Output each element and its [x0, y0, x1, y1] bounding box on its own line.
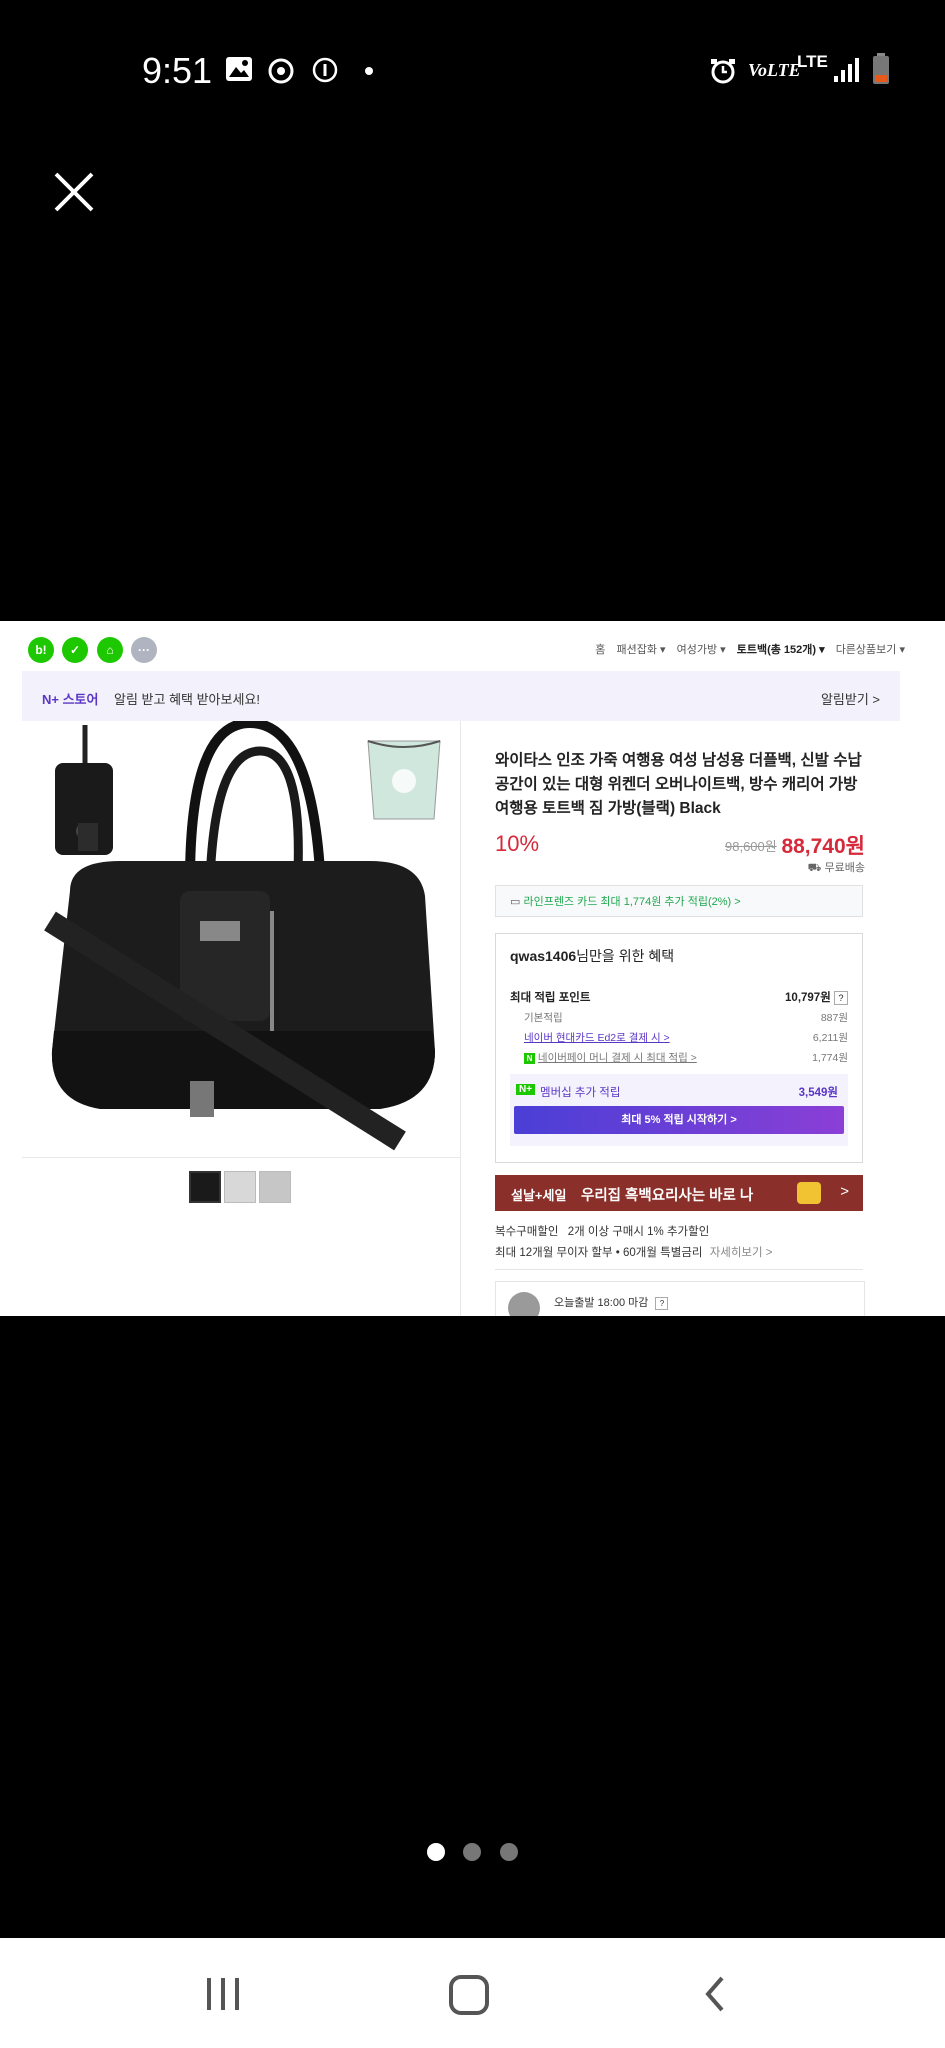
battery-icon — [873, 53, 889, 84]
sync-icon — [268, 58, 294, 84]
clock: 9:51 — [142, 50, 213, 91]
bulk-discount-info: 복수구매할인 2개 이상 구매시 1% 추가할인 — [495, 1223, 709, 1239]
points-row-value: 1,774원 — [812, 1052, 848, 1064]
thumbnail-2[interactable] — [224, 1171, 256, 1203]
delivery-truck-icon — [508, 1292, 540, 1316]
sale-price: 88,740원 — [781, 835, 865, 858]
points-row-value: 887원 — [820, 1012, 848, 1024]
status-bar: 9:51 VoLTE LTE — [0, 0, 945, 140]
volte-icon: VoLTE — [748, 60, 801, 80]
product-screenshot[interactable]: b! ✓ ⌂ ··· 홈 패션잡화 ▾ 여성가방 ▾ 토트백(총 152개) ▾… — [0, 621, 945, 1316]
delivery-box: 오늘출발 18:00 마감 ? — [495, 1281, 865, 1316]
recent-apps-icon[interactable] — [203, 1976, 243, 2012]
alarm-subscribe-link[interactable]: 알림받기 > — [821, 689, 880, 708]
installment-info: 최대 12개월 무이자 할부 • 60개월 특별금리 자세히보기 > — [495, 1244, 773, 1260]
breadcrumb-fashion[interactable]: 패션잡화 ▾ — [616, 644, 665, 656]
membership-start-button[interactable]: 최대 5% 적립 시작하기 > — [514, 1106, 844, 1134]
max-points-label: 최대 적립 포인트 — [510, 992, 591, 1004]
benefit-user: qwas1406 — [510, 948, 577, 964]
original-price: 98,600원 — [725, 839, 777, 854]
nplus-store-badge: N+ 스토어 — [42, 692, 99, 707]
help-icon[interactable]: ? — [655, 1297, 669, 1310]
points-row-label[interactable]: 네이버 현대카드 Ed2로 결제 시 > — [524, 1032, 670, 1044]
bulk-label: 복수구매할인 — [495, 1226, 559, 1238]
store-topnav: b! ✓ ⌂ ··· 홈 패션잡화 ▾ 여성가방 ▾ 토트백(총 152개) ▾… — [0, 621, 945, 671]
system-navbar — [0, 1938, 945, 2048]
delivery-text: 오늘출발 18:00 마감 ? — [554, 1294, 669, 1310]
product-title: 와이타스 인조 가죽 여행용 여성 남성용 더플백, 신발 수납공간이 있는 대… — [495, 752, 862, 817]
cafe-button[interactable]: ✓ — [62, 637, 88, 663]
thumbnail-3[interactable] — [259, 1171, 291, 1203]
sale-text: 우리집 흑백요리사는 바로 나 — [581, 1188, 754, 1204]
points-row-card[interactable]: 네이버 현대카드 Ed2로 결제 시 > 6,211원 — [524, 1030, 848, 1045]
alarm-icon — [711, 59, 735, 84]
home-icon[interactable] — [448, 1974, 490, 2016]
discount-rate: 10% — [495, 831, 540, 856]
breadcrumb-home[interactable]: 홈 — [595, 644, 605, 656]
shipping-text: 무료배송 — [824, 862, 865, 874]
blog-button[interactable]: b! — [28, 637, 54, 663]
duffle-bag-image — [44, 721, 436, 1151]
close-icon[interactable] — [50, 168, 98, 216]
back-icon[interactable] — [700, 1974, 730, 2014]
card-icon: ▭ — [510, 896, 524, 908]
points-row-label[interactable]: 네이버페이 머니 결제 시 최대 적립 > — [538, 1052, 697, 1064]
info-divider — [495, 1269, 863, 1270]
page-dot-3[interactable] — [500, 1843, 518, 1861]
breadcrumb-other[interactable]: 다른상품보기 ▾ — [836, 644, 905, 656]
nplus-icon: N+ — [516, 1084, 536, 1095]
max-points-row: 최대 적립 포인트 10,797원 ? — [510, 989, 848, 1005]
more-button[interactable]: ··· — [131, 637, 157, 663]
breadcrumb: 홈 패션잡화 ▾ 여성가방 ▾ 토트백(총 152개) ▾ 다른상품보기 ▾ — [587, 641, 905, 657]
thumbnail-divider — [22, 1157, 460, 1158]
banner-message: 알림 받고 혜택 받아보세요! — [114, 692, 261, 707]
max-points-value: 10,797원 ? — [785, 989, 848, 1005]
bulk-text: 2개 이상 구매시 1% 추가할인 — [567, 1226, 710, 1238]
shipping-info: ⛟ 무료배송 — [808, 859, 865, 876]
benefit-heading: qwas1406님만을 위한 혜택 — [510, 946, 674, 966]
sale-banner[interactable]: 설날+세일 우리집 흑백요리사는 바로 나 > — [495, 1175, 863, 1211]
card-offer-text: 라인프렌즈 카드 최대 1,774원 추가 적립(2%) > — [523, 896, 741, 908]
alarm-banner: N+ 스토어 알림 받고 혜택 받아보세요! 알림받기 > — [22, 671, 900, 721]
image-icon — [226, 57, 252, 81]
chevron-right-icon: > — [840, 1183, 849, 1200]
card-offer-link[interactable]: ▭ 라인프렌즈 카드 최대 1,774원 추가 적립(2%) > — [495, 885, 863, 917]
installment-more-link[interactable]: 자세히보기 > — [710, 1247, 773, 1259]
benefit-heading-suffix: 님만을 위한 혜택 — [576, 948, 675, 964]
npay-icon: N — [524, 1053, 535, 1064]
dot-icon — [365, 67, 373, 75]
breadcrumb-totebag[interactable]: 토트백(총 152개) ▾ — [737, 644, 825, 656]
signal-icon — [834, 58, 859, 82]
installment-text: 최대 12개월 무이자 할부 • 60개월 특별금리 — [495, 1247, 703, 1259]
membership-label: 멤버십 추가 적립 — [540, 1087, 621, 1099]
sale-tag: 설날+세일 — [511, 1188, 567, 1203]
membership-value: 3,549원 — [798, 1087, 838, 1099]
points-row-basic: 기본적립 887원 — [524, 1010, 848, 1025]
points-row-value: 6,211원 — [812, 1032, 848, 1044]
page-dot-2[interactable] — [463, 1843, 481, 1861]
info-icon — [312, 57, 338, 83]
page-dot-1[interactable] — [427, 1843, 445, 1861]
bookmark-button[interactable]: ⌂ — [97, 637, 123, 663]
help-icon[interactable]: ? — [834, 991, 848, 1005]
benefit-box: qwas1406님만을 위한 혜택 최대 적립 포인트 10,797원 ? 기본… — [495, 933, 863, 1163]
membership-box: N+ 멤버십 추가 적립 3,549원 최대 5% 적립 시작하기 > — [510, 1074, 848, 1146]
points-row-npay[interactable]: N 네이버페이 머니 결제 시 최대 적립 > 1,774원 — [524, 1050, 848, 1065]
thumbnail-1[interactable] — [189, 1171, 221, 1203]
product-image-panel[interactable] — [22, 721, 461, 1316]
lte-icon: LTE — [797, 52, 828, 71]
sale-illustration-icon — [797, 1182, 821, 1204]
breadcrumb-womens-bags[interactable]: 여성가방 ▾ — [677, 644, 726, 656]
points-row-label: 기본적립 — [524, 1012, 563, 1024]
truck-icon: ⛟ — [807, 862, 825, 874]
